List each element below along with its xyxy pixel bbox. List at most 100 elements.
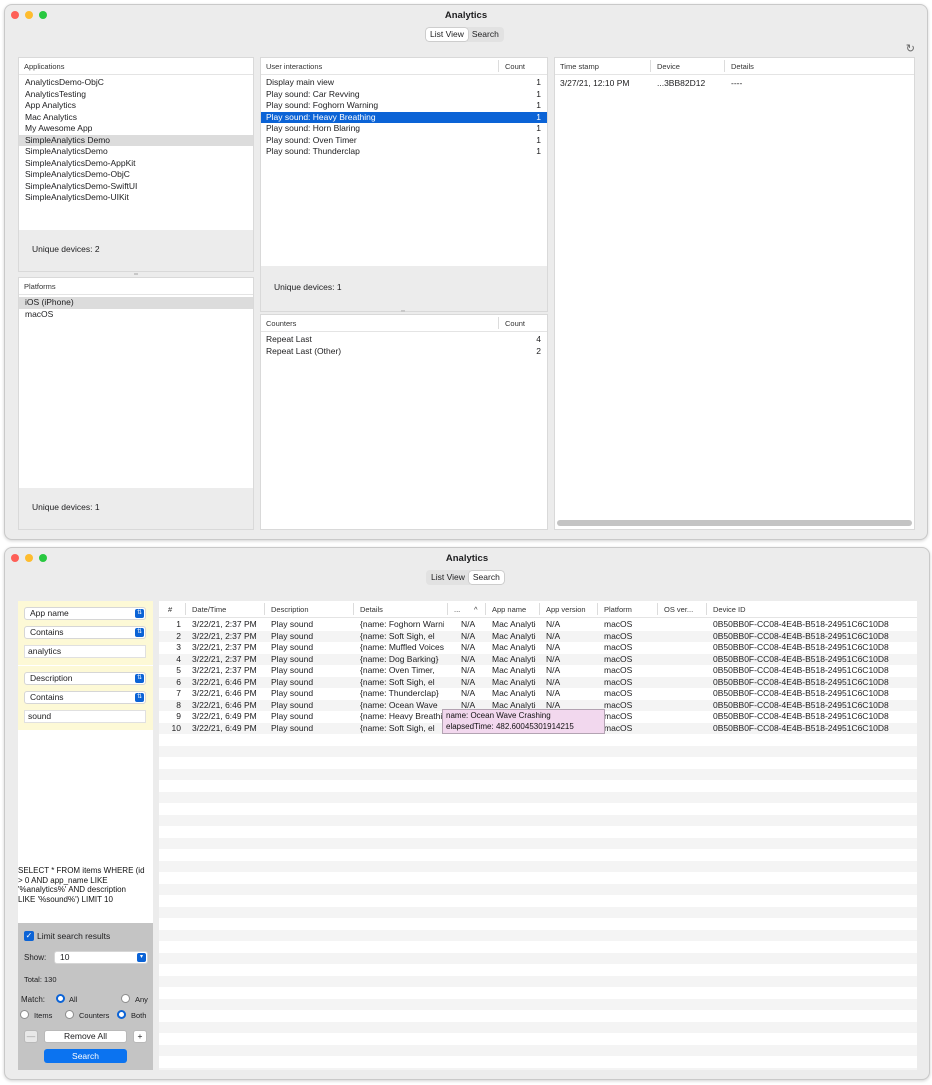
table-stripe (159, 975, 917, 987)
application-item-label: SimpleAnalyticsDemo-SwiftUI (25, 180, 138, 191)
cell-device: 0B50BB0F-CC08-4E4B-B518-24951C6C10D8 (713, 630, 889, 641)
platform-item[interactable]: macOS (19, 309, 253, 321)
counter-item[interactable]: Repeat Last (Other) 2 (261, 346, 547, 358)
table-row[interactable]: 7 3/22/21, 6:46 PM Play sound {name: Thunde… (159, 688, 917, 700)
col-details-header[interactable]: Details (360, 605, 383, 614)
table-row[interactable]: 6 3/22/21, 6:46 PM Play sound {name: Soft S… (159, 677, 917, 689)
tab-list-view[interactable]: List View (427, 571, 469, 584)
tab-search[interactable]: Search (468, 28, 503, 41)
col-truncated-header[interactable]: ... (454, 605, 460, 614)
table-row[interactable]: 4 3/22/21, 2:37 PM Play sound {name: Dog Ba… (159, 654, 917, 666)
show-limit-popup[interactable]: 10 ▾ (54, 951, 148, 964)
interaction-name: Play sound: Thunderclap (266, 146, 360, 156)
col-appname-header[interactable]: App name (492, 605, 526, 614)
application-item[interactable]: AnalyticsTesting (19, 89, 253, 101)
cell-date: 3/22/21, 2:37 PM (192, 642, 257, 652)
cell-details: {name: Ocean Wave (360, 699, 438, 710)
interaction-item[interactable]: Play sound: Car Revving 1 (261, 89, 547, 101)
split-handle[interactable] (134, 273, 138, 275)
col-datetime-header[interactable]: Date/Time (192, 605, 226, 614)
col-osversion-header[interactable]: OS ver... (664, 605, 693, 614)
platforms-header: Platforms (19, 278, 253, 295)
interactions-pane: User interactions Count Display main vie… (260, 57, 548, 312)
platforms-footer-area: Unique devices: 1 (19, 488, 253, 529)
timestamp-header[interactable]: Time stamp (560, 62, 599, 71)
application-item[interactable]: SimpleAnalyticsDemo-SwiftUI (19, 181, 253, 193)
details-row[interactable]: 3/27/21, 12:10 PM ...3BB82D12 ---- (555, 78, 914, 90)
details-value: ---- (731, 78, 743, 88)
column-divider (539, 603, 540, 615)
col-description-header[interactable]: Description (271, 605, 309, 614)
tab-search[interactable]: Search (468, 571, 504, 584)
col-deviceid-header[interactable]: Device ID (713, 605, 746, 614)
application-item-label: My Awesome App (25, 123, 93, 133)
field-popup-1[interactable]: App name ⇅ (24, 607, 146, 620)
criteria-value-field-1[interactable]: analytics (24, 645, 146, 658)
application-item[interactable]: SimpleAnalyticsDemo-ObjC (19, 169, 253, 181)
split-handle[interactable] (401, 310, 405, 312)
details-header-label[interactable]: Details (731, 62, 754, 71)
cell-device: 0B50BB0F-CC08-4E4B-B518-24951C6C10D8 (713, 688, 889, 698)
cell-device: 0B50BB0F-CC08-4E4B-B518-24951C6C10D8 (713, 619, 889, 629)
sql-query-text[interactable]: SELECT * FROM items WHERE (id > 0 AND ap… (18, 866, 145, 921)
scope-items-radio[interactable] (20, 1010, 29, 1019)
application-item[interactable]: Mac Analytics (19, 112, 253, 124)
interactions-count-header[interactable]: Count (505, 62, 525, 71)
scope-counters-radio[interactable] (65, 1010, 74, 1019)
operator-popup-2[interactable]: Contains ⇅ (24, 691, 146, 704)
table-stripe (159, 1021, 917, 1033)
remove-all-button[interactable]: Remove All (44, 1030, 127, 1043)
application-item[interactable]: AnalyticsDemo-ObjC (19, 77, 253, 89)
interaction-item[interactable]: Play sound: Horn Blaring 1 (261, 123, 547, 135)
match-all-radio[interactable] (56, 994, 65, 1003)
cell-date: 3/22/21, 6:46 PM (192, 688, 257, 698)
cell-desc: Play sound (271, 642, 314, 652)
counters-count-header[interactable]: Count (505, 319, 525, 328)
counter-item[interactable]: Repeat Last 4 (261, 334, 547, 346)
table-row[interactable]: 5 3/22/21, 2:37 PM Play sound {name: Oven T… (159, 665, 917, 677)
operator-popup-1[interactable]: Contains ⇅ (24, 626, 146, 639)
horizontal-scrollbar[interactable] (557, 520, 912, 526)
field-popup-2[interactable]: Description ⇅ (24, 672, 146, 685)
interaction-item[interactable]: Play sound: Thunderclap 1 (261, 146, 547, 158)
application-item[interactable]: SimpleAnalyticsDemo-AppKit (19, 158, 253, 170)
table-row[interactable]: 1 3/22/21, 2:37 PM Play sound {name: Foghor… (159, 619, 917, 631)
refresh-icon[interactable]: ↻ (906, 42, 915, 55)
search-button[interactable]: Search (44, 1049, 127, 1063)
col-platform-header[interactable]: Platform (604, 605, 632, 614)
tab-list-view[interactable]: List View (426, 28, 468, 41)
cell-details: {name: Heavy Breathing} (360, 711, 444, 721)
scope-both-radio[interactable] (117, 1010, 126, 1019)
col-number-header[interactable]: # (168, 605, 172, 614)
table-row[interactable]: 2 3/22/21, 2:37 PM Play sound {name: Soft S… (159, 631, 917, 643)
device-header[interactable]: Device (657, 62, 680, 71)
criteria-value-field-2[interactable]: sound (24, 710, 146, 723)
cell-platform: macOS (604, 665, 633, 675)
limit-results-checkbox[interactable]: ✓ (24, 931, 34, 941)
cell-na: N/A (461, 630, 476, 641)
interaction-item[interactable]: Play sound: Heavy Breathing 1 (261, 111, 547, 123)
scope-items-label: Items (34, 1011, 53, 1020)
cell-details: {name: Soft Sigh, el (360, 722, 435, 733)
application-item[interactable]: SimpleAnalyticsDemo-UIKit (19, 192, 253, 204)
application-item[interactable]: SimpleAnalytics Demo (19, 134, 253, 146)
interaction-item[interactable]: Display main view 1 (261, 77, 547, 89)
add-criteria-button[interactable]: + (133, 1030, 147, 1043)
remove-criteria-button[interactable]: — (24, 1030, 38, 1043)
cell-n: 1 (176, 619, 181, 629)
interaction-item[interactable]: Play sound: Foghorn Warning 1 (261, 100, 547, 112)
table-row[interactable]: 3 3/22/21, 2:37 PM Play sound {name: Muffle… (159, 642, 917, 654)
search-controls: ✓ Limit search results Show: 10 ▾ Total: … (18, 923, 153, 1070)
platform-item[interactable]: iOS (iPhone) (19, 297, 253, 309)
col-appversion-header[interactable]: App version (546, 605, 586, 614)
table-stripe (159, 1044, 917, 1056)
chevron-down-icon: ▾ (137, 953, 146, 962)
cell-na: N/A (461, 653, 476, 664)
interaction-item[interactable]: Play sound: Oven Timer 1 (261, 135, 547, 147)
column-divider (485, 603, 486, 615)
match-any-radio[interactable] (121, 994, 130, 1003)
application-item[interactable]: SimpleAnalyticsDemo (19, 146, 253, 158)
cell-date: 3/22/21, 6:49 PM (192, 711, 257, 721)
application-item[interactable]: My Awesome App (19, 123, 253, 135)
application-item[interactable]: App Analytics (19, 100, 253, 112)
